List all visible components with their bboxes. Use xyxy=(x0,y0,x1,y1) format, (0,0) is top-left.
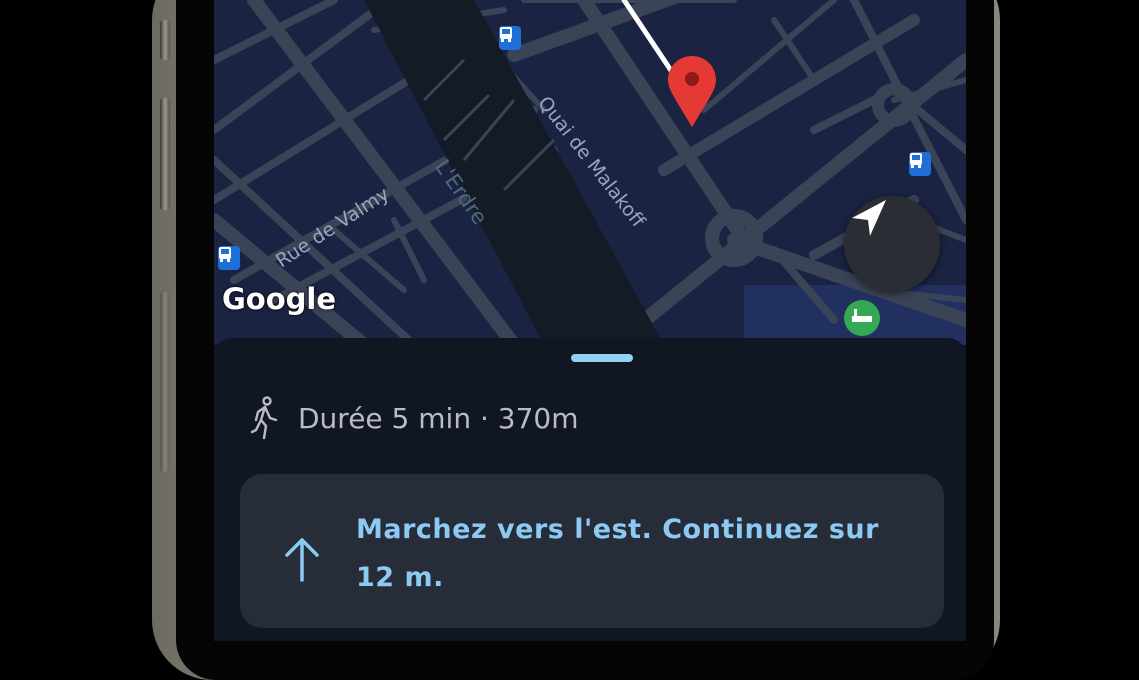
bus-stop-icon[interactable] xyxy=(218,246,240,270)
instruction-card[interactable]: Marchez vers l'est. Continuez sur 12 m. xyxy=(240,474,944,628)
mute-switch xyxy=(160,20,170,60)
directions-sheet: Durée 5 min · 370m Marchez vers l'est. C… xyxy=(214,338,966,641)
route-summary-text: Durée 5 min · 370m xyxy=(298,401,579,435)
arrow-up-icon xyxy=(285,538,319,582)
volume-down-button xyxy=(160,292,170,472)
bus-stop-icon[interactable] xyxy=(909,152,931,176)
route-summary: Durée 5 min · 370m xyxy=(250,396,579,440)
navigation-arrow-icon xyxy=(852,200,886,236)
app-screen: Quai de Malakoff L'Erdre Rue de Valmy Go… xyxy=(214,0,966,641)
walking-person-icon xyxy=(250,396,278,440)
map-view[interactable]: Quai de Malakoff L'Erdre Rue de Valmy Go… xyxy=(214,0,966,345)
bus-stop-icon[interactable] xyxy=(499,26,521,50)
sheet-drag-handle[interactable] xyxy=(571,354,633,362)
instruction-text: Marchez vers l'est. Continuez sur 12 m. xyxy=(356,514,879,593)
recenter-button[interactable] xyxy=(844,196,940,292)
poi-marker[interactable] xyxy=(844,300,880,336)
volume-up-button xyxy=(160,98,170,210)
google-logo: Google xyxy=(222,282,337,316)
